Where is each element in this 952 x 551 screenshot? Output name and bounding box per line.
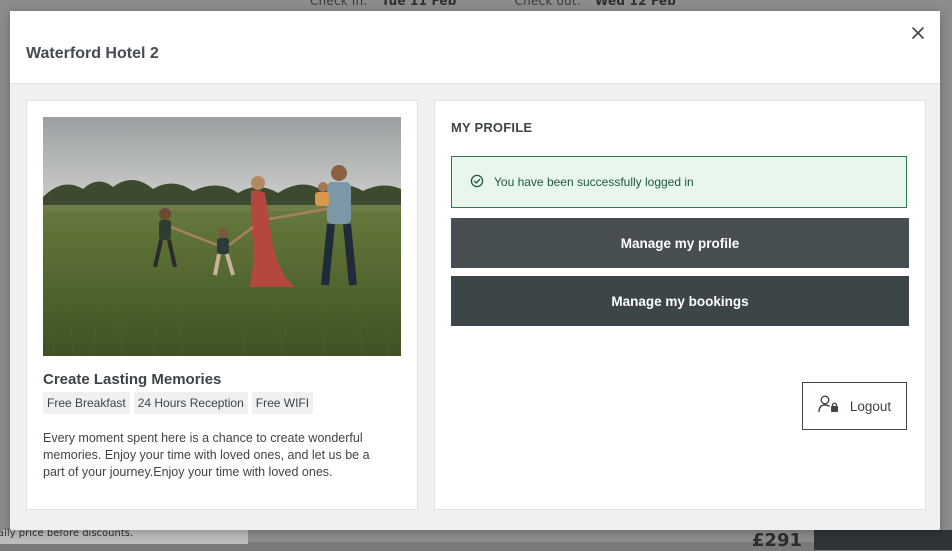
amenity-tag: 24 Hours Reception — [133, 392, 248, 414]
hotel-description: Every moment spent here is a chance to c… — [43, 431, 370, 479]
profile-heading: MY PROFILE — [451, 120, 533, 135]
check-circle-icon — [470, 173, 484, 192]
amenity-tag: Free Breakfast — [43, 392, 130, 414]
backdrop-dark-panel — [814, 530, 952, 550]
manage-bookings-button[interactable]: Manage my bookings — [451, 276, 909, 326]
amenity-tag: Free WIFI — [251, 392, 314, 414]
hotel-card: Create Lasting Memories Free Breakfast 2… — [26, 100, 418, 510]
success-alert: You have been successfully logged in — [451, 156, 907, 208]
close-icon[interactable] — [910, 25, 926, 41]
profile-card: MY PROFILE You have been successfully lo… — [434, 100, 926, 510]
user-lock-icon — [818, 395, 840, 417]
checkout-value: Wed 12 Feb — [595, 0, 677, 8]
modal-header: Waterford Hotel 2 — [10, 11, 940, 84]
logout-label: Logout — [849, 398, 892, 414]
backdrop-price: £291 — [751, 530, 802, 551]
booking-dates-summary: Check in: Tue 11 Feb Check out: Wed 12 Feb — [310, 0, 676, 8]
hotel-name: Create Lasting Memories — [43, 371, 222, 388]
logout-button[interactable]: Logout — [802, 382, 907, 430]
checkout-label: Check out: — [514, 0, 581, 8]
hotel-photo — [43, 117, 401, 356]
checkin-label: Check in: — [310, 0, 368, 8]
checkin-value: Tue 11 Feb — [381, 0, 457, 8]
alert-text: You have been successfully logged in — [494, 175, 694, 189]
modal-title: Waterford Hotel 2 — [26, 45, 159, 62]
amenity-tags: Free Breakfast 24 Hours Reception Free W… — [43, 392, 314, 414]
profile-modal: Waterford Hotel 2 Create Lasting Memorie… — [10, 11, 940, 530]
manage-profile-button[interactable]: Manage my profile — [451, 218, 909, 268]
